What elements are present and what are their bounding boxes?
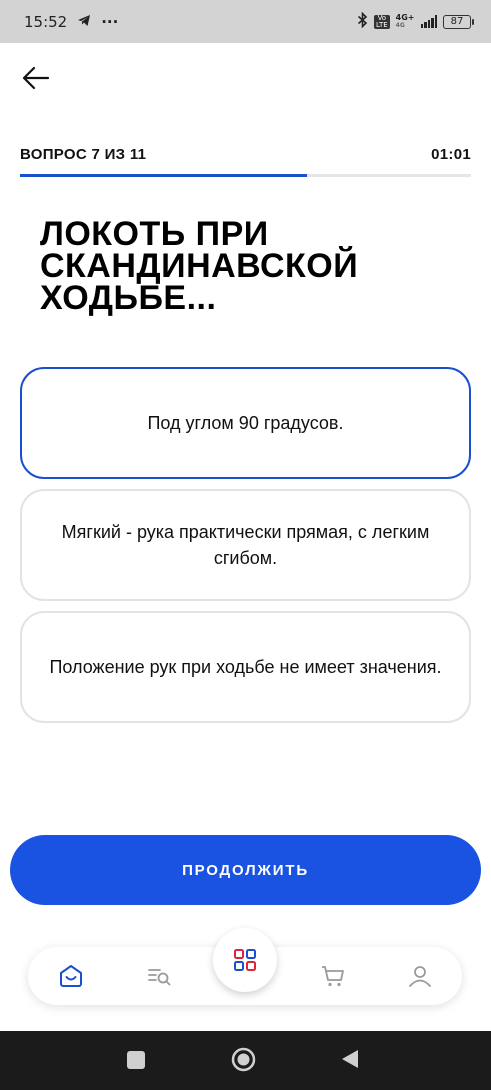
telegram-icon [77,13,91,31]
quiz-progress-header: ВОПРОС 7 ИЗ 11 01:01 [20,146,471,163]
back-nav-button[interactable] [341,1049,359,1073]
catalog-grid-icon [234,949,256,971]
status-time: 15:52 [24,12,68,31]
question-counter: ВОПРОС 7 ИЗ 11 [20,146,147,163]
bluetooth-icon [357,11,368,31]
profile-icon [409,966,431,987]
answer-option-2[interactable]: Мягкий - рука практически прямая, с легк… [20,489,471,601]
square-icon [127,1051,145,1069]
signal-icon [420,15,437,28]
answer-option-3[interactable]: Положение рук при ходьбе не имеет значен… [20,611,471,723]
home-icon [60,965,82,987]
answer-option-label: Мягкий - рука практически прямая, с легк… [61,522,430,568]
search-list-icon [148,969,171,986]
progress-bar-fill [20,174,307,177]
triangle-back-icon [342,1050,358,1068]
tab-search[interactable] [145,962,173,990]
tab-cart[interactable] [319,962,347,990]
volte-icon: Vo LTE [374,13,390,29]
cart-icon [322,966,344,987]
question-title: ЛОКОТЬ ПРИ СКАНДИНАВСКОЙ ХОДЬБЕ... [40,215,359,317]
home-button[interactable] [231,1047,256,1076]
more-notifications-icon: ··· [101,12,119,31]
progress-bar [20,174,471,177]
answer-option-label: Положение рук при ходьбе не имеет значен… [49,657,442,677]
continue-button[interactable]: ПРОДОЛЖИТЬ [10,835,481,905]
timer: 01:01 [431,146,471,163]
tab-profile[interactable] [406,962,434,990]
battery-icon: 87 [443,14,474,29]
status-bar: 15:52 ··· Vo LTE 4G+ 4G 87 [0,0,491,43]
tab-home[interactable] [57,962,85,990]
answer-option-1[interactable]: Под углом 90 градусов. [20,367,471,479]
back-button[interactable] [18,60,54,96]
system-navigation-bar [0,1031,491,1090]
network-type-icon: 4G+ 4G [395,12,415,29]
arrow-left-icon [22,66,50,90]
battery-level: 87 [450,16,464,27]
answer-option-label: Под углом 90 градусов. [147,413,344,433]
circle-icon [231,1047,256,1072]
recent-apps-button[interactable] [127,1051,145,1073]
tab-catalog[interactable] [213,928,277,992]
